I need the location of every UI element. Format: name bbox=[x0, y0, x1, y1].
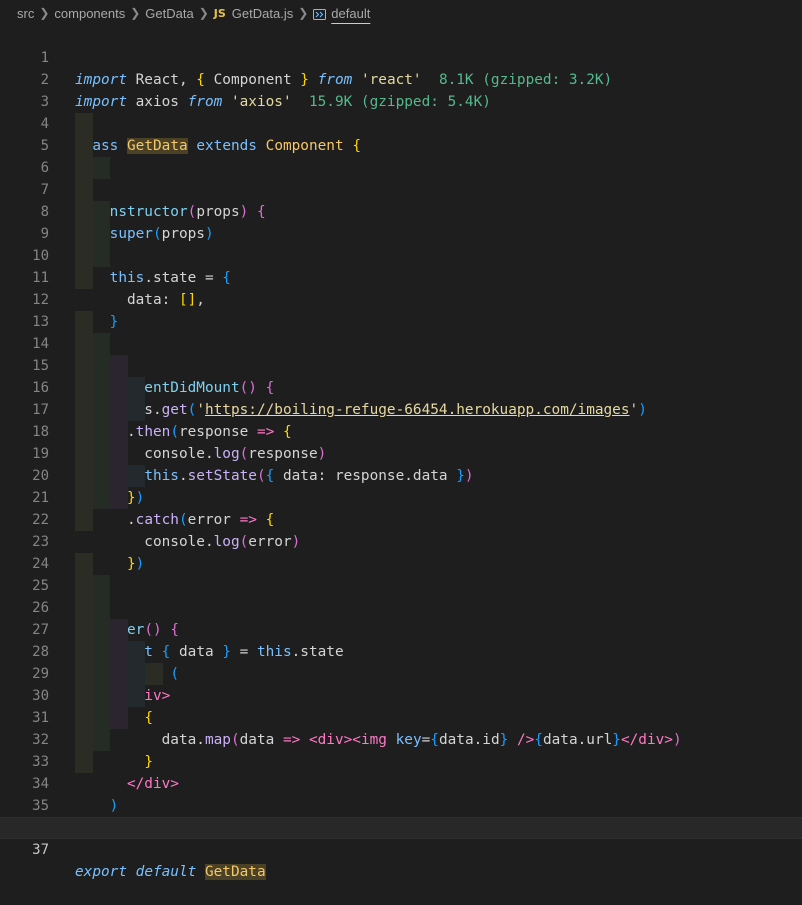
code-line[interactable]: 23 } bbox=[0, 509, 802, 594]
code-line[interactable]: 4 class GetData extends Component { bbox=[0, 91, 802, 154]
code-line[interactable]: 35 } bbox=[0, 773, 802, 836]
code-line[interactable]: 31 } bbox=[0, 685, 802, 770]
code-line[interactable]: 10 data: [], bbox=[0, 223, 802, 308]
code-line[interactable]: 36 bbox=[0, 795, 802, 836]
line-number: 37 bbox=[32, 842, 49, 858]
code-line[interactable]: 28 <div> bbox=[0, 619, 802, 704]
code-line[interactable]: 20 .catch(error => { bbox=[0, 443, 802, 528]
code-line[interactable]: 15 axios.get('https://boiling-refuge-664… bbox=[0, 333, 802, 418]
chevron-right-icon: ❯ bbox=[198, 6, 209, 20]
line-text: export default GetData bbox=[75, 864, 266, 880]
chevron-right-icon: ❯ bbox=[39, 6, 50, 20]
code-line[interactable]: 14 componentDidMount() { bbox=[0, 311, 802, 396]
breadcrumb-item-src[interactable]: src bbox=[17, 6, 34, 21]
code-line[interactable]: 13 bbox=[0, 289, 802, 330]
chevron-right-icon: ❯ bbox=[298, 6, 309, 20]
breadcrumb-item-symbol[interactable]: default bbox=[313, 6, 370, 21]
code-line[interactable]: 3 bbox=[0, 69, 802, 110]
code-line[interactable]: 27 return ( bbox=[0, 597, 802, 682]
symbol-variable-icon bbox=[313, 8, 327, 20]
code-line[interactable]: 8 bbox=[0, 179, 802, 220]
code-line[interactable]: 32 </div> bbox=[0, 707, 802, 792]
code-line[interactable]: 33 ) bbox=[0, 729, 802, 814]
breadcrumb-symbol-label: default bbox=[331, 5, 371, 21]
code-line[interactable]: 24 bbox=[0, 531, 802, 572]
code-line[interactable]: 6 constructor(props) { bbox=[0, 135, 802, 220]
js-file-icon: JS bbox=[213, 6, 226, 20]
code-line[interactable]: 9 this.state = { bbox=[0, 201, 802, 286]
code-line[interactable]: 18 this.setState({ data: response.data }… bbox=[0, 399, 802, 484]
breadcrumb: src ❯ components ❯ GetData ❯ JS GetData.… bbox=[0, 0, 802, 26]
code-area[interactable]: 1 import React, { Component } from 'reac… bbox=[0, 25, 802, 880]
code-line[interactable]: 1 import React, { Component } from 'reac… bbox=[0, 25, 802, 88]
code-line[interactable]: 16 .then(response => { bbox=[0, 355, 802, 440]
code-editor[interactable]: src ❯ components ❯ GetData ❯ JS GetData.… bbox=[0, 0, 802, 898]
code-line-current[interactable]: 37 export default GetData bbox=[0, 817, 802, 880]
code-line[interactable]: 12 } bbox=[0, 267, 802, 352]
code-line[interactable]: 7 super(props) bbox=[0, 157, 802, 242]
breadcrumb-item-folder[interactable]: GetData bbox=[145, 6, 193, 21]
code-line[interactable]: 19 }) bbox=[0, 421, 802, 506]
code-line[interactable]: 2 import axios from 'axios' 15.9K (gzipp… bbox=[0, 47, 802, 110]
code-line[interactable]: 30 data.map(data => <div><img key={data.… bbox=[0, 663, 802, 748]
code-line[interactable]: 34 } bbox=[0, 751, 802, 836]
code-line[interactable]: 11 } bbox=[0, 245, 802, 330]
breadcrumb-file-label: GetData.js bbox=[231, 5, 294, 21]
code-line[interactable]: 26 const { data } = this.state bbox=[0, 575, 802, 660]
chevron-right-icon: ❯ bbox=[130, 6, 141, 20]
breadcrumb-item-components[interactable]: components bbox=[54, 6, 125, 21]
code-line[interactable]: 25 render() { bbox=[0, 553, 802, 638]
breadcrumb-item-file[interactable]: JS GetData.js bbox=[214, 6, 293, 21]
code-line[interactable]: 5 bbox=[0, 113, 802, 154]
code-line[interactable]: 22 }) bbox=[0, 487, 802, 572]
code-line[interactable]: 21 console.log(error) bbox=[0, 465, 802, 550]
code-line[interactable]: 29 { bbox=[0, 641, 802, 726]
code-line[interactable]: 17 console.log(response) bbox=[0, 377, 802, 462]
